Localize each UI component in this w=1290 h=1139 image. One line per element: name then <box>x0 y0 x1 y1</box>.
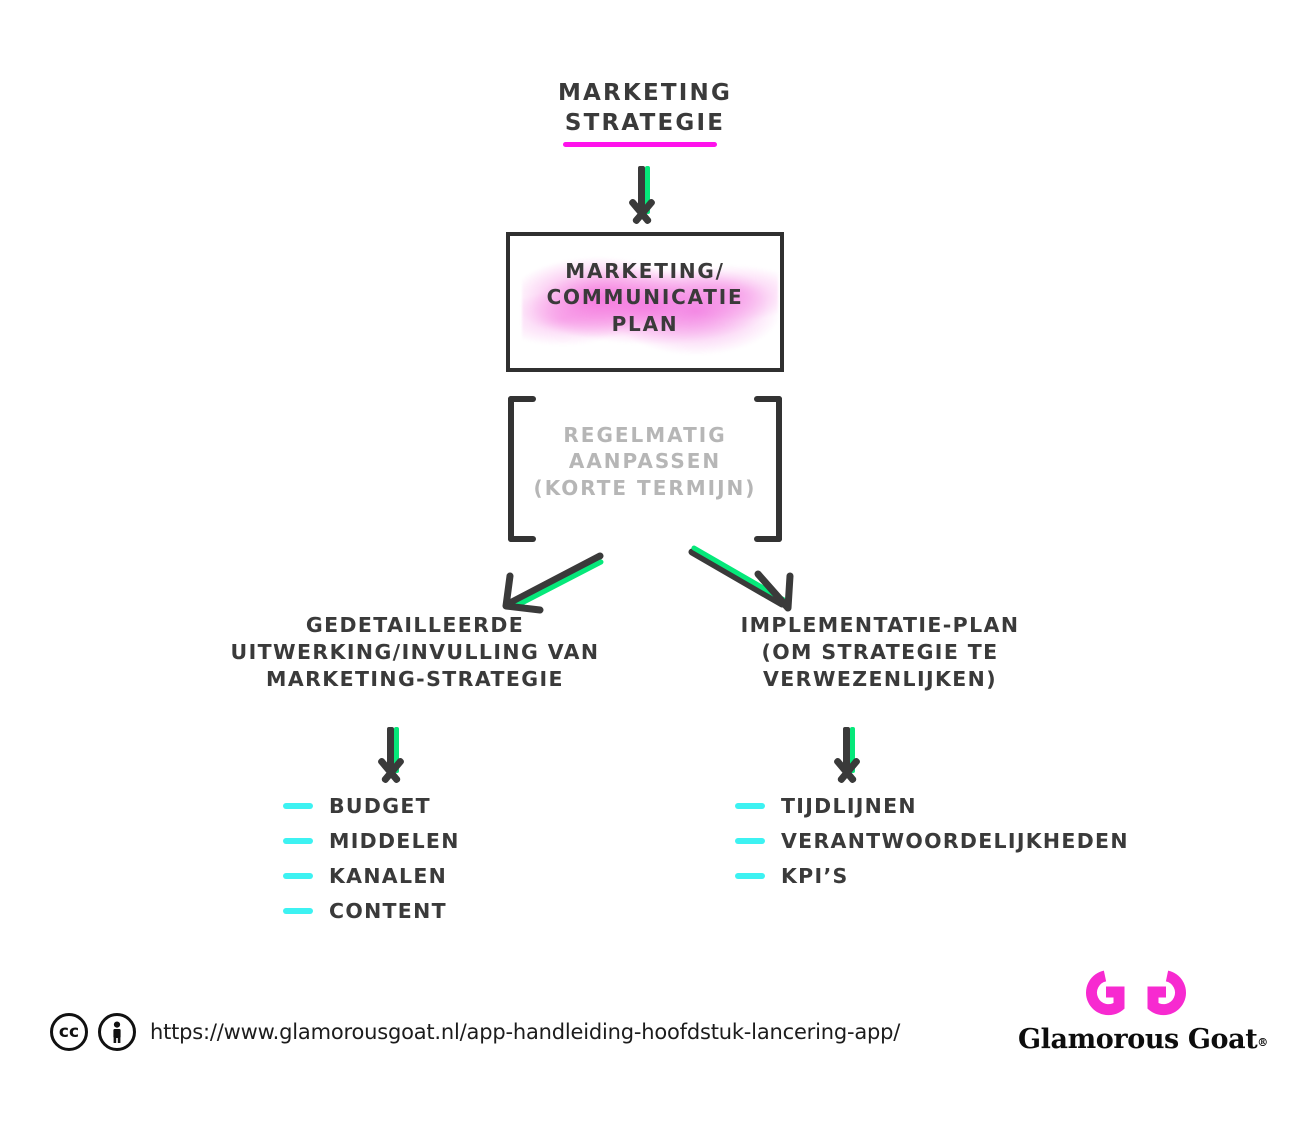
list-item: BUDGET <box>283 788 460 823</box>
goat-horns-icon <box>1086 970 1186 1016</box>
arrow-head <box>828 759 866 785</box>
list-item-label: VERANTWOORDELIJKHEDEN <box>781 828 1129 853</box>
right-branch-list: TIJDLIJNEN VERANTWOORDELIJKHEDEN KPI’S <box>735 788 1129 893</box>
dash-icon <box>283 872 313 879</box>
bracket-note-text: REGELMATIG AANPASSEN (KORTE TERMIJN) <box>533 423 757 500</box>
dash-icon <box>735 872 765 879</box>
bracket-tip-top <box>754 396 782 402</box>
brand-logo: Glamorous Goat® <box>1018 962 1268 1055</box>
list-item-label: KANALEN <box>329 863 448 888</box>
dash-icon <box>735 802 765 809</box>
list-item: VERANTWOORDELIJKHEDEN <box>735 823 1129 858</box>
dash-icon <box>283 802 313 809</box>
registered-trademark: ® <box>1257 1036 1268 1049</box>
title-underline <box>563 142 717 147</box>
arrow-to-left-branch <box>502 552 604 614</box>
bracket-tip-top <box>508 396 536 402</box>
plan-box-label: MARKETING/ COMMUNICATIE PLAN <box>546 259 744 336</box>
dash-icon <box>283 837 313 844</box>
list-item-label: KPI’S <box>781 863 849 888</box>
list-item: MIDDELEN <box>283 823 460 858</box>
list-item-label: BUDGET <box>329 793 431 818</box>
arrow-head <box>623 200 661 226</box>
footer-license: cc https://www.glamorousgoat.nl/app-hand… <box>50 1013 900 1051</box>
arrow-head <box>372 759 410 785</box>
creative-commons-icon: cc <box>50 1013 88 1051</box>
dash-icon <box>735 837 765 844</box>
left-branch-list: BUDGET MIDDELEN KANALEN CONTENT <box>283 788 460 928</box>
list-item-label: CONTENT <box>329 898 447 923</box>
branch-right-heading: IMPLEMENTATIE-PLAN (OM STRATEGIE TE VERW… <box>740 613 1020 692</box>
adjust-regularly-note: REGELMATIG AANPASSEN (KORTE TERMIJN) <box>506 396 784 542</box>
list-item-label: TIJDLIJNEN <box>781 793 917 818</box>
branch-left-heading: GEDETAILLEERDE UITWERKING/INVULLING VAN … <box>230 613 600 692</box>
brand-name: Glamorous Goat <box>1018 1024 1258 1055</box>
cc-label: cc <box>58 1021 80 1042</box>
brand-wordmark: Glamorous Goat® <box>1018 1024 1268 1055</box>
list-item-label: MIDDELEN <box>329 828 460 853</box>
source-url[interactable]: https://www.glamorousgoat.nl/app-handlei… <box>150 1020 900 1044</box>
page-title-text: MARKETING STRATEGIE <box>557 80 733 137</box>
dash-icon <box>283 907 313 914</box>
list-item: KANALEN <box>283 858 460 893</box>
page-title: MARKETING STRATEGIE <box>455 78 835 147</box>
list-item: KPI’S <box>735 858 1129 893</box>
arrow-to-right-branch <box>688 545 794 612</box>
attribution-icon <box>98 1013 136 1051</box>
list-item: CONTENT <box>283 893 460 928</box>
marketing-communication-plan-box: MARKETING/ COMMUNICATIE PLAN <box>506 232 784 372</box>
list-item: TIJDLIJNEN <box>735 788 1129 823</box>
